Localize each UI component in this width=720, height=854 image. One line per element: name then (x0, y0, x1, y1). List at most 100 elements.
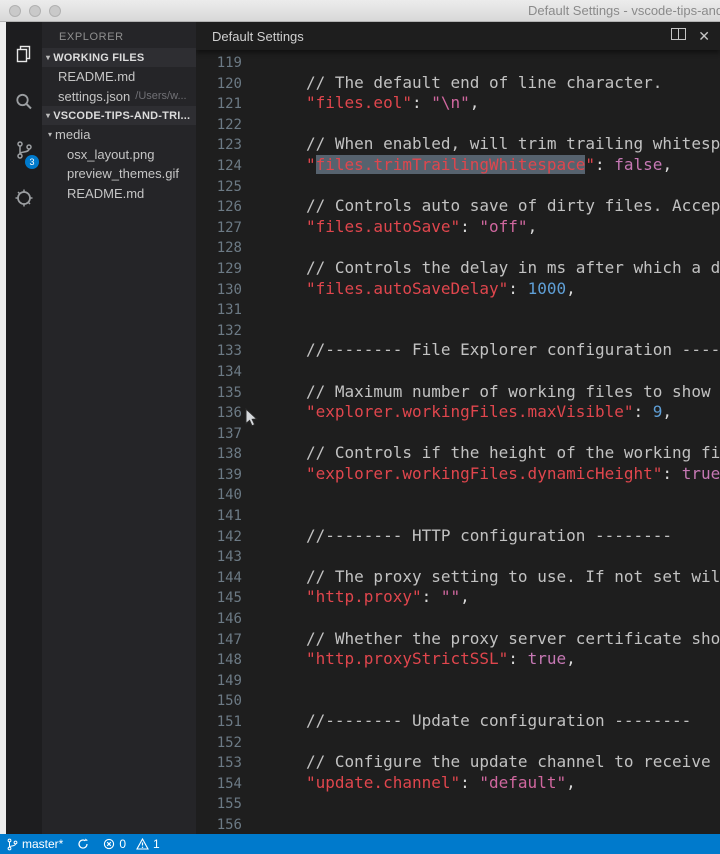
file-label: README.md (67, 186, 144, 201)
code-line[interactable]: 147// Whether the proxy server certifica… (196, 629, 720, 650)
code-line[interactable]: 143 (196, 546, 720, 567)
code-line[interactable]: 138// Controls if the height of the work… (196, 443, 720, 464)
line-number: 132 (196, 321, 242, 341)
activitybar-explorer[interactable] (6, 30, 42, 78)
code-token: // Configure the update channel to recei… (306, 752, 720, 771)
code-text (242, 299, 306, 318)
code-line[interactable]: 139"explorer.workingFiles.dynamicHeight"… (196, 464, 720, 485)
code-line[interactable]: 128 (196, 237, 720, 258)
code-line[interactable]: 146 (196, 608, 720, 629)
code-text (242, 114, 306, 133)
code-text (242, 176, 306, 195)
line-number: 135 (196, 383, 242, 403)
code-token: //-------- File Explorer configuration -… (306, 340, 720, 359)
code-line[interactable]: 122 (196, 114, 720, 135)
minimize-window-button[interactable] (29, 5, 41, 17)
folder-section-header[interactable]: ▾ VSCODE-TIPS-AND-TRI... (42, 106, 196, 125)
code-line[interactable]: 152 (196, 732, 720, 753)
code-line[interactable]: 124"files.trimTrailingWhitespace": false… (196, 155, 720, 176)
code-token: "off" (479, 217, 527, 236)
activitybar-search[interactable] (6, 78, 42, 126)
code-line[interactable]: 153// Configure the update channel to re… (196, 752, 720, 773)
code-text: // Configure the update channel to recei… (242, 752, 720, 771)
working-file-readme[interactable]: README.md (42, 67, 196, 87)
code-line[interactable]: 132 (196, 320, 720, 341)
code-line[interactable]: 149 (196, 670, 720, 691)
code-line[interactable]: 131 (196, 299, 720, 320)
line-number: 140 (196, 485, 242, 505)
code-token: "default" (479, 773, 566, 792)
code-line[interactable]: 142//-------- HTTP configuration -------… (196, 526, 720, 547)
activitybar-debug[interactable] (6, 174, 42, 222)
line-number: 126 (196, 197, 242, 217)
chevron-expanded-icon: ▾ (46, 111, 50, 120)
git-branch-status[interactable]: master* (7, 834, 63, 854)
split-editor-icon[interactable] (671, 27, 686, 45)
line-number: 125 (196, 177, 242, 197)
line-number: 123 (196, 135, 242, 155)
code-line[interactable]: 145"http.proxy": "", (196, 587, 720, 608)
code-line[interactable]: 135// Maximum number of working files to… (196, 382, 720, 403)
code-line[interactable]: 129// Controls the delay in ms after whi… (196, 258, 720, 279)
editor-tab-title[interactable]: Default Settings (212, 29, 304, 44)
code-line[interactable]: 154"update.channel": "default", (196, 773, 720, 794)
code-line[interactable]: 126// Controls auto save of dirty files.… (196, 196, 720, 217)
tree-item-media-folder[interactable]: ▾ media (42, 125, 196, 145)
code-token: , (662, 402, 672, 421)
code-line[interactable]: 121"files.eol": "\n", (196, 93, 720, 114)
code-token: // Controls the delay in ms after which … (306, 258, 720, 277)
code-text: "http.proxy": "", (242, 587, 470, 606)
line-number: 148 (196, 650, 242, 670)
line-number: 142 (196, 527, 242, 547)
code-line[interactable]: 150 (196, 690, 720, 711)
code-token: "" (441, 587, 460, 606)
code-area[interactable]: 119120// The default end of line charact… (196, 50, 720, 834)
close-window-button[interactable] (9, 5, 21, 17)
activitybar-git[interactable]: 3 (6, 126, 42, 174)
code-line[interactable]: 120// The default end of line character. (196, 73, 720, 94)
code-text (242, 670, 306, 689)
tree-item-readme[interactable]: README.md (42, 184, 196, 204)
code-line[interactable]: 137 (196, 423, 720, 444)
code-line[interactable]: 119 (196, 52, 720, 73)
line-number: 141 (196, 506, 242, 526)
code-line[interactable]: 130"files.autoSaveDelay": 1000, (196, 279, 720, 300)
search-icon (13, 91, 35, 113)
code-text: // The proxy setting to use. If not set … (242, 567, 720, 586)
code-text: "files.autoSaveDelay": 1000, (242, 279, 576, 298)
traffic-lights (9, 5, 61, 17)
line-number: 151 (196, 712, 242, 732)
code-line[interactable]: 136"explorer.workingFiles.maxVisible": 9… (196, 402, 720, 423)
tree-item-preview-themes[interactable]: preview_themes.gif (42, 164, 196, 184)
code-line[interactable]: 141 (196, 505, 720, 526)
code-text: // When enabled, will trim trailing whit… (242, 134, 720, 153)
code-token: , (662, 155, 672, 174)
code-line[interactable]: 134 (196, 361, 720, 382)
error-count: 0 (119, 837, 126, 851)
code-line[interactable]: 133//-------- File Explorer configuratio… (196, 340, 720, 361)
problems-status[interactable]: 0 1 (103, 834, 159, 854)
sync-status[interactable] (77, 834, 89, 854)
code-line[interactable]: 123// When enabled, will trim trailing w… (196, 134, 720, 155)
code-line[interactable]: 144// The proxy setting to use. If not s… (196, 567, 720, 588)
code-line[interactable]: 155 (196, 793, 720, 814)
refresh-icon (77, 838, 89, 850)
code-line[interactable]: 125 (196, 176, 720, 197)
code-line[interactable]: 156 (196, 814, 720, 834)
zoom-window-button[interactable] (49, 5, 61, 17)
code-text: "http.proxyStrictSSL": true, (242, 649, 576, 668)
sidebar-title: EXPLORER (42, 22, 196, 48)
error-icon (103, 838, 115, 850)
code-line[interactable]: 151 //-------- Update configuration -----… (196, 711, 720, 732)
editor-header: Default Settings ✕ (196, 22, 720, 50)
code-token: //-------- Update configuration -------- (306, 711, 691, 730)
code-line[interactable]: 127"files.autoSave": "off", (196, 217, 720, 238)
working-files-header[interactable]: ▾ WORKING FILES (42, 48, 196, 67)
code-line[interactable]: 140 (196, 484, 720, 505)
line-number: 127 (196, 218, 242, 238)
code-token: "files.autoSaveDelay" (306, 279, 508, 298)
close-editor-icon[interactable]: ✕ (698, 29, 710, 43)
tree-item-osx-layout[interactable]: osx_layout.png (42, 145, 196, 165)
code-line[interactable]: 148"http.proxyStrictSSL": true, (196, 649, 720, 670)
working-file-settings-json[interactable]: settings.json /Users/w... (42, 87, 196, 107)
